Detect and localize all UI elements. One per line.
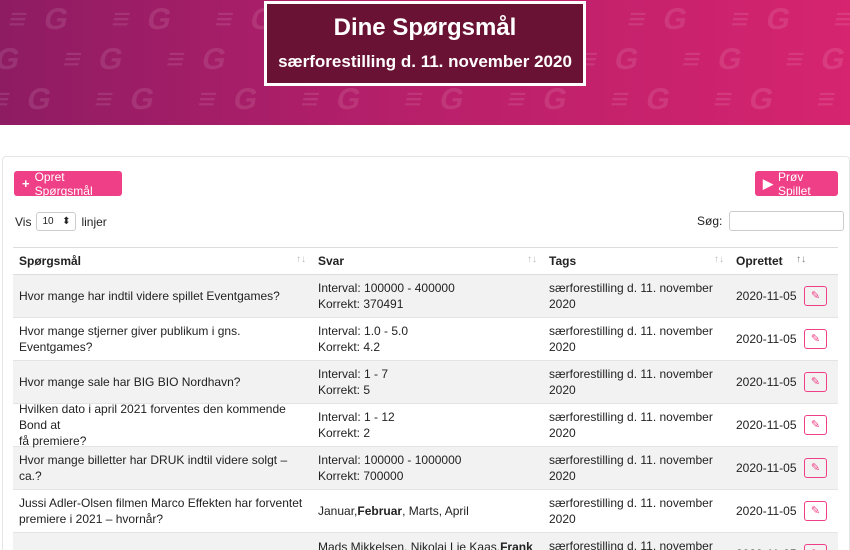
question-cell: Hvor mange stjerner giver publikum i gns…: [19, 324, 241, 354]
header-banner: ≡G ≡G ≡G ≡G ≡G ≡G ≡G ≡G ≡G ≡G ≡G ≡G ≡G ≡…: [0, 0, 850, 125]
length-suffix: linjer: [81, 214, 107, 229]
table-row: Hvor mange billetter har DRUK indtil vid…: [13, 447, 838, 490]
answer-cell: Interval: 1 - 7 Korrekt: 5: [318, 367, 389, 397]
question-cell: Hvor mange sale har BIG BIO Nordhavn?: [19, 375, 241, 389]
page-subtitle: særforestilling d. 11. november 2020: [278, 52, 572, 71]
column-header-created[interactable]: Oprettet ↑↓: [730, 248, 806, 274]
page-length-value: 10: [42, 216, 54, 227]
table-header: Spørgsmål ↑↓ Svar ↑↓ Tags ↑↓ Oprettet ↑↓: [13, 247, 838, 275]
answer-cell: Mads Mikkelsen, Nikolaj Lie Kaas, Frank: [318, 540, 533, 550]
table-row: Hvor mange stjerner giver publikum i gns…: [13, 318, 838, 361]
search-input[interactable]: [729, 211, 845, 231]
edit-icon: ✎: [810, 419, 821, 431]
questions-table: Spørgsmål ↑↓ Svar ↑↓ Tags ↑↓ Oprettet ↑↓…: [13, 247, 838, 550]
create-question-button[interactable]: + Opret Spørgsmål: [14, 169, 122, 198]
edit-icon: ✎: [811, 546, 820, 550]
sort-icon: ↑↓: [296, 254, 306, 265]
question-cell: [13, 533, 312, 550]
created-cell: 2020-11-05: [736, 375, 797, 389]
answer-cell: Interval: 1 - 12 Korrekt: 2: [318, 410, 395, 440]
question-cell: Hvor mange billetter har DRUK indtil vid…: [19, 453, 288, 483]
table-row: Hvor mange sale har BIG BIO Nordhavn? In…: [13, 361, 838, 404]
table-row: Mads Mikkelsen, Nikolaj Lie Kaas, Frank …: [13, 533, 838, 550]
search-control: Søg:: [697, 211, 845, 231]
edit-button[interactable]: ✎: [804, 286, 827, 306]
sort-icon: ↑↓: [527, 254, 537, 265]
edit-button[interactable]: ✎: [804, 415, 827, 435]
select-arrows-icon: ⬍: [62, 216, 71, 227]
try-game-label: Prøv Spillet: [778, 169, 811, 198]
page-title-box: Dine Spørgsmål særforestilling d. 11. no…: [264, 1, 586, 86]
edit-icon: ✎: [810, 462, 821, 474]
table-row: Hvor mange har indtil videre spillet Eve…: [13, 275, 838, 318]
answer-cell: Interval: 100000 - 400000 Korrekt: 37049…: [318, 281, 455, 311]
page-length-control: Vis 10 ⬍ linjer: [15, 212, 107, 231]
search-label: Søg:: [697, 214, 723, 228]
created-cell: 2020-11-05: [736, 461, 797, 475]
column-header-question[interactable]: Spørgsmål ↑↓: [13, 248, 312, 274]
page-length-select[interactable]: 10 ⬍: [36, 212, 77, 231]
edit-icon: ✎: [810, 505, 821, 517]
sort-icon: ↑↓: [714, 254, 724, 265]
plus-icon: +: [22, 176, 30, 191]
tag-cell: særforestilling d. 11. november 2020: [549, 281, 713, 311]
created-cell: 2020-11-05: [736, 289, 797, 303]
try-game-button[interactable]: ▶ Prøv Spillet: [755, 169, 838, 198]
column-header-answer[interactable]: Svar ↑↓: [312, 248, 543, 274]
edit-icon: ✎: [810, 376, 821, 388]
length-prefix: Vis: [15, 214, 32, 229]
questions-panel: + Opret Spørgsmål ▶ Prøv Spillet Vis 10 …: [2, 156, 850, 550]
created-cell: 2020-11-05: [736, 504, 797, 518]
tag-cell: særforestilling d. 11. november 2020: [549, 367, 713, 397]
question-cell: Jussi Adler-Olsen filmen Marco Effekten …: [19, 496, 303, 526]
answer-cell: Interval: 100000 - 1000000 Korrekt: 7000…: [318, 453, 462, 483]
question-cell: Hvor mange har indtil videre spillet Eve…: [19, 289, 280, 303]
column-header-actions: [798, 248, 838, 274]
tag-cell: særforestilling d. 11. november 2020: [549, 539, 713, 550]
edit-icon: ✎: [810, 290, 821, 302]
page-title: Dine Spørgsmål: [333, 14, 517, 41]
tag-cell: særforestilling d. 11. november 2020: [549, 496, 713, 526]
edit-button[interactable]: ✎: [804, 329, 827, 349]
question-cell: Hvilken dato i april 2021 forventes den …: [19, 402, 286, 448]
tag-cell: særforestilling d. 11. november 2020: [549, 453, 713, 483]
created-cell: 2020-11-05: [736, 332, 797, 346]
edit-button[interactable]: ✎: [804, 458, 827, 478]
tag-cell: særforestilling d. 11. november 2020: [549, 324, 713, 354]
edit-button[interactable]: ✎: [804, 544, 827, 550]
play-icon: ▶: [763, 175, 773, 191]
edit-button[interactable]: ✎: [804, 501, 827, 521]
tag-cell: særforestilling d. 11. november 2020: [549, 410, 713, 440]
table-row: Hvilken dato i april 2021 forventes den …: [13, 402, 838, 448]
created-cell: 2020-11-05: [730, 533, 798, 550]
edit-icon: ✎: [810, 333, 821, 345]
edit-button[interactable]: ✎: [804, 372, 827, 392]
table-row: Jussi Adler-Olsen filmen Marco Effekten …: [13, 490, 838, 533]
column-header-tags[interactable]: Tags ↑↓: [543, 248, 730, 274]
created-cell: 2020-11-05: [736, 418, 797, 432]
answer-cell: Interval: 1.0 - 5.0 Korrekt: 4.2: [318, 324, 409, 354]
create-question-label: Opret Spørgsmål: [34, 169, 93, 198]
answer-cell: Januar, Februar, Marts, April: [318, 504, 469, 518]
